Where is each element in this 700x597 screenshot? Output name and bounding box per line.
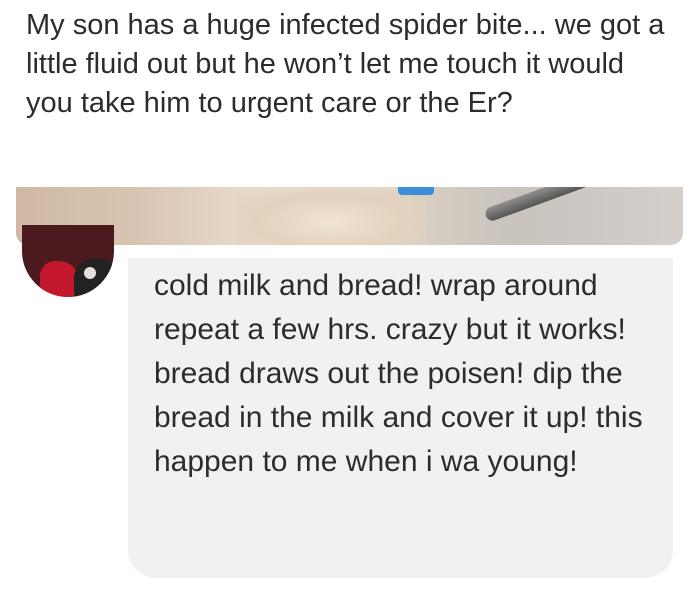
photo-blue-object [398,187,434,195]
avatar[interactable] [22,225,114,297]
post-photo[interactable] [16,187,683,245]
comment-text: cold milk and bread! wrap around repeat … [154,269,643,478]
avatar-image [22,225,114,297]
post-text: My son has a huge infected spider bite..… [26,9,665,119]
photo-metal-rod [483,187,683,223]
avatar-detail-light [84,267,96,279]
photo-skin-area [236,187,426,245]
avatar-detail-dark [74,259,114,297]
avatar-detail-red [40,261,78,297]
